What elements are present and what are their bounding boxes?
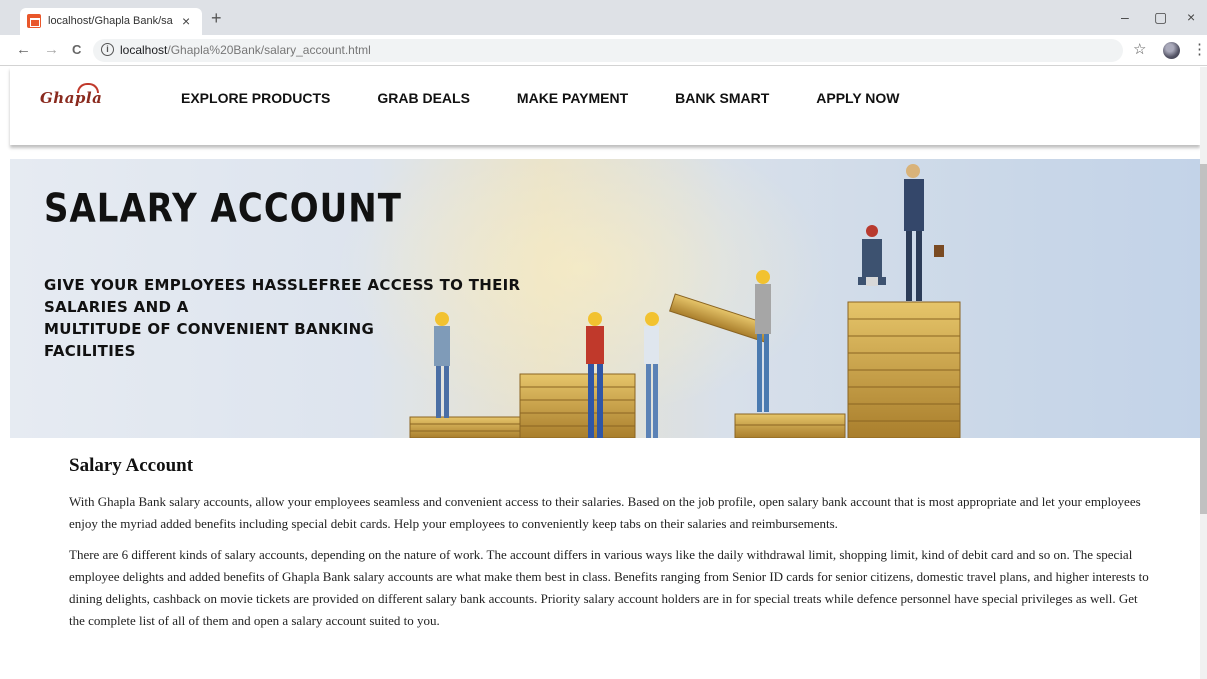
hero-illustration [409, 164, 961, 438]
profile-avatar-icon[interactable] [1163, 42, 1180, 59]
browser-menu-icon[interactable]: ⋮ [1192, 40, 1207, 60]
nav-apply-now[interactable]: APPLY NOW [816, 90, 899, 106]
tab-title: localhost/Ghapla Bank/salary_ac [48, 15, 173, 27]
url-path: /Ghapla%20Bank/salary_account.html [167, 43, 371, 57]
close-window-button[interactable]: × [1187, 8, 1195, 26]
content-title: Salary Account [69, 455, 194, 476]
nav-make-payment[interactable]: MAKE PAYMENT [517, 90, 628, 106]
coin-stack-icon [519, 373, 636, 438]
coin-stack-icon [734, 413, 846, 438]
worker-figure-icon [644, 312, 659, 438]
content-paragraph-1: With Ghapla Bank salary accounts, allow … [69, 494, 1141, 531]
url-host: localhost [120, 43, 168, 57]
site-info-icon[interactable]: i [101, 43, 114, 56]
coin-stack-icon [409, 416, 521, 438]
scrollbar-thumb[interactable] [1200, 164, 1207, 514]
new-tab-button[interactable]: + [211, 8, 222, 28]
site-header: Ghapla EXPLORE PRODUCTS GRAB DEALS MAKE … [10, 67, 1200, 145]
minimize-button[interactable]: – [1121, 8, 1129, 26]
reload-icon[interactable]: C [72, 40, 81, 60]
main-nav: EXPLORE PRODUCTS GRAB DEALS MAKE PAYMENT… [181, 90, 947, 106]
logo-text: Ghapla [40, 89, 103, 107]
browser-tab-strip: localhost/Ghapla Bank/salary_ac × + – ▢ … [0, 0, 1207, 35]
nav-bank-smart[interactable]: BANK SMART [675, 90, 769, 106]
back-icon[interactable]: ← [16, 40, 31, 60]
page-scrollbar[interactable] [1200, 67, 1207, 679]
browser-tab[interactable]: localhost/Ghapla Bank/salary_ac × [20, 8, 202, 35]
businessman-figure-icon [904, 164, 944, 301]
businessman-figure-icon [858, 225, 886, 286]
content-paragraph-2: There are 6 different kinds of salary ac… [69, 547, 1149, 628]
ghapla-logo[interactable]: Ghapla [40, 83, 140, 107]
page-viewport: Ghapla EXPLORE PRODUCTS GRAB DEALS MAKE … [0, 67, 1207, 679]
maximize-button[interactable]: ▢ [1154, 8, 1167, 26]
address-bar: ← → C i localhost/Ghapla%20Bank/salary_a… [0, 35, 1207, 66]
nav-grab-deals[interactable]: GRAB DEALS [377, 90, 470, 106]
forward-icon[interactable]: → [44, 40, 59, 60]
url-text: localhost/Ghapla%20Bank/salary_account.h… [120, 43, 371, 57]
hero-title: SALARY ACCOUNT [44, 186, 402, 232]
tab-close-icon[interactable]: × [182, 12, 190, 30]
hero-banner: SALARY ACCOUNT GIVE YOUR EMPLOYEES HASSL… [10, 159, 1200, 438]
worker-figure-icon [434, 312, 450, 418]
bookmark-star-icon[interactable]: ☆ [1133, 41, 1146, 59]
nav-explore-products[interactable]: EXPLORE PRODUCTS [181, 90, 330, 106]
salary-account-content: Salary Account With Ghapla Bank salary a… [69, 455, 1149, 641]
site-favicon-icon [27, 14, 41, 28]
coin-stack-icon [847, 301, 961, 438]
url-field[interactable]: i localhost/Ghapla%20Bank/salary_account… [93, 39, 1123, 62]
